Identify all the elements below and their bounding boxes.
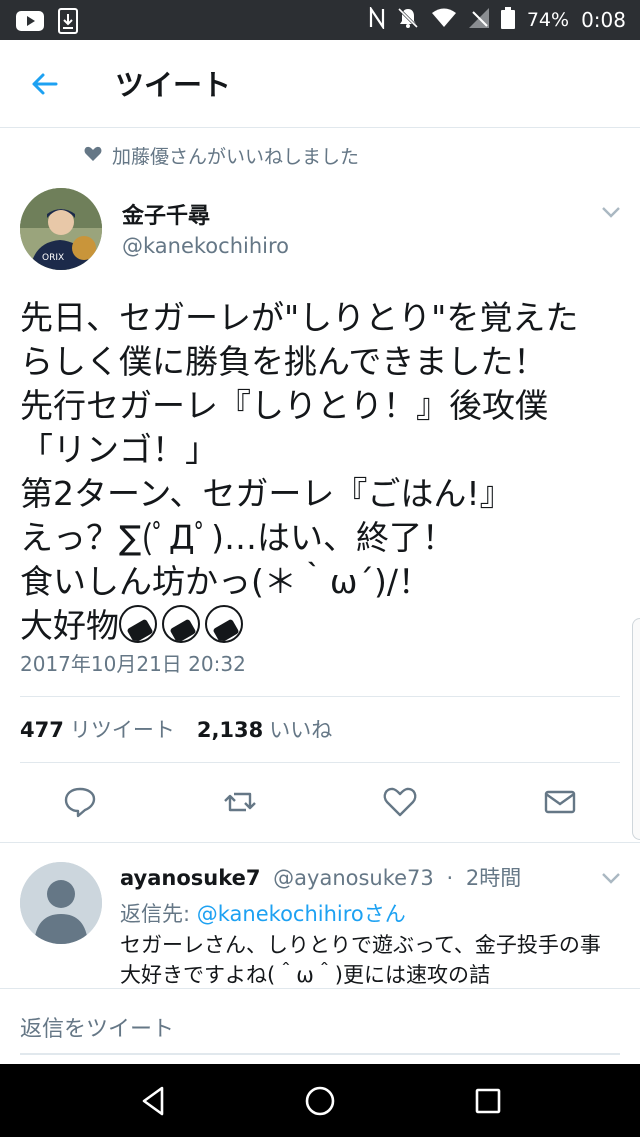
svg-text:ORIX: ORIX [42, 253, 64, 263]
reply-to: 返信先: @kanekochihiroさん [120, 898, 406, 928]
page-title: ツイート [115, 68, 232, 102]
rice-ball-emoji-icon [205, 605, 243, 643]
retweet-icon[interactable] [222, 784, 258, 820]
back-triangle-icon[interactable] [136, 1083, 172, 1119]
edge-panel-handle[interactable] [632, 618, 640, 840]
tweet-stats: 477 リツイート 2,138 いいね [20, 714, 332, 744]
home-circle-icon[interactable] [302, 1083, 338, 1119]
reply-time: 2時間 [465, 866, 522, 890]
reply-input[interactable]: 返信をツイート [20, 1011, 174, 1043]
author-handle[interactable]: @kanekochihiro [122, 234, 289, 258]
reply-composer: 返信をツイート [0, 988, 640, 1064]
reply-to-label: 返信先: [120, 902, 191, 926]
meta-separator: · [446, 866, 454, 890]
divider [0, 842, 640, 843]
reply-input-underline [20, 1053, 620, 1055]
battery-percentage: 74% [526, 9, 570, 31]
retweet-label: リツイート [69, 718, 175, 742]
back-arrow-icon[interactable] [26, 64, 66, 104]
clock: 0:08 [581, 8, 626, 32]
like-count: 2,138 [196, 718, 264, 742]
reply-author-handle[interactable]: @ayanosuke73 [273, 866, 434, 890]
reply-avatar[interactable] [20, 862, 102, 944]
tweet-timestamp: 2017年10月21日 20:32 [20, 652, 246, 676]
like-icon[interactable] [382, 784, 418, 820]
heart-icon [84, 145, 102, 167]
share-mail-icon[interactable] [542, 784, 578, 820]
tweet-text-line: 第2ターン、セガーレ『ごはん!』 [20, 474, 513, 513]
social-context-text: 加藤優さんがいいねしました [112, 146, 360, 168]
reply-author-name[interactable]: ayanosuke7 [120, 866, 260, 890]
social-context: 加藤優さんがいいねしました [84, 142, 359, 169]
tweet-text-line: えっ？∑(ﾟДﾟ)…はい、終了！ [20, 518, 456, 557]
reply-text: セガーレさん、しりとりで遊ぶって、金子投手の事大好きですよね(＾ω＾)更には速攻… [120, 933, 601, 987]
reply-icon[interactable] [62, 784, 98, 820]
divider [20, 762, 620, 763]
youtube-notification-icon [16, 11, 44, 35]
rice-ball-emoji-icon [162, 605, 200, 643]
like-stat[interactable]: 2,138 いいね [197, 714, 332, 744]
navigation-bar [0, 1064, 640, 1137]
tweet-text-line: 食いしん坊かっ(＊｀ω´)/！ [20, 562, 432, 601]
retweet-stat[interactable]: 477 リツイート [20, 714, 175, 744]
tweet-text-line: 「リンゴ！」 [20, 430, 218, 469]
battery-icon [500, 6, 515, 34]
recent-apps-square-icon[interactable] [470, 1083, 506, 1119]
status-bar: 74% 0:08 [0, 0, 640, 40]
rice-ball-emoji-icon [119, 605, 157, 643]
notifications-off-icon [397, 7, 419, 34]
cell-signal-off-icon [468, 7, 489, 33]
tweet-text-last-line: 大好物 [20, 604, 625, 648]
tweet-text-line: 先日、セガーレが"しりとり"を覚えた [20, 298, 579, 337]
download-notification-icon [58, 8, 78, 38]
tweet-text-line: らしく僕に勝負を挑んできました！ [20, 342, 547, 381]
like-label: いいね [269, 718, 333, 742]
author-avatar[interactable]: ORIX [20, 188, 102, 270]
wifi-icon [431, 8, 457, 33]
retweet-count: 477 [20, 718, 64, 742]
reply-header: ayanosuke7 @ayanosuke73 · 2時間 [120, 862, 521, 892]
tweet-actions [0, 784, 640, 824]
reply-to-link[interactable]: @kanekochihiroさん [197, 902, 406, 926]
tweet-text-line: 大好物 [20, 606, 119, 645]
author-name[interactable]: 金子千尋 [122, 198, 210, 230]
divider [20, 696, 620, 697]
chevron-down-icon[interactable] [600, 204, 622, 218]
chevron-down-icon[interactable] [600, 870, 622, 884]
tweet-text: 先日、セガーレが"しりとり"を覚えた らしく僕に勝負を挑んできました！ 先行セガ… [20, 296, 625, 648]
nfc-icon [369, 4, 385, 34]
tweet-text-line: 先行セガーレ『しりとり！』後攻僕 [20, 386, 548, 425]
app-header: ツイート [0, 40, 640, 128]
